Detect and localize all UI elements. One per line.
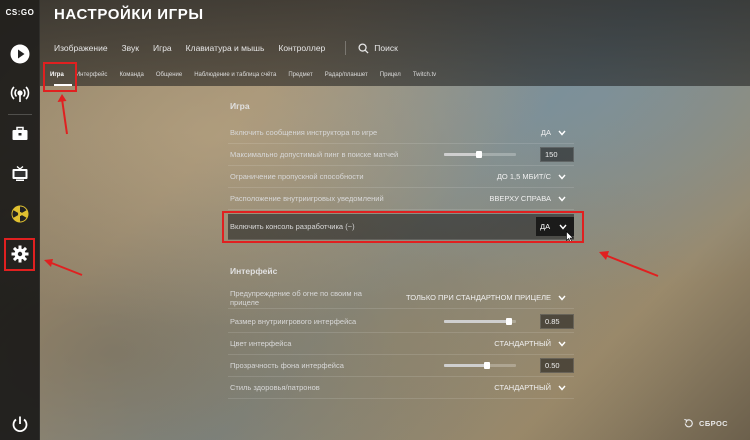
sidebar-play-button[interactable] <box>6 40 34 68</box>
search-button[interactable]: Поиск <box>345 41 398 55</box>
dropdown-value: СТАНДАРТНЫЙ <box>494 383 551 392</box>
chevron-down-icon <box>558 341 566 347</box>
highlight-box-dev-console <box>222 211 584 243</box>
tab-video[interactable]: Изображение <box>54 43 108 53</box>
subtab-communication[interactable]: Общение <box>156 72 182 78</box>
sidebar-broadcast-button[interactable] <box>6 80 34 108</box>
setting-row-hud-color: Цвет интерфейса СТАНДАРТНЫЙ <box>228 333 574 355</box>
sidebar-divider <box>8 114 32 115</box>
tv-icon <box>12 166 28 181</box>
setting-label: Стиль здоровья/патронов <box>230 383 320 392</box>
max-ping-slider[interactable] <box>444 151 516 158</box>
subtab-twitch[interactable]: Twitch.tv <box>413 72 436 78</box>
notifications-dropdown[interactable]: ВВЕРХУ СПРАВА <box>489 194 566 203</box>
setting-row-bandwidth: Ограничение пропускной способности ДО 1,… <box>228 166 574 188</box>
max-ping-input[interactable]: 150 <box>540 147 574 162</box>
slider-handle[interactable] <box>484 362 491 369</box>
subtab-crosshair[interactable]: Прицел <box>380 72 401 78</box>
app-logo: CS:GO <box>5 8 35 17</box>
setting-row-max-ping: Максимально допустимый пинг в поиске мат… <box>228 144 574 166</box>
page-title: НАСТРОЙКИ ИГРЫ <box>54 6 204 23</box>
slider-fill <box>444 364 488 367</box>
bandwidth-dropdown[interactable]: ДО 1,5 МБИТ/С <box>497 172 566 181</box>
arrow-to-subtab <box>61 98 68 135</box>
subtab-spectator-scoreboard[interactable]: Наблюдение и таблица счёта <box>194 72 276 78</box>
tab-controller[interactable]: Контроллер <box>278 43 325 53</box>
chevron-down-icon <box>558 196 566 202</box>
setting-label: Предупреждение об огне по своим на прице… <box>230 288 362 307</box>
main-tabs: Изображение Звук Игра Клавиатура и мышь … <box>54 41 398 55</box>
setting-row-hud-scale: Размер внутриигрового интерфейса 0.85 <box>228 311 574 333</box>
setting-label: Включить сообщения инструктора по игре <box>230 128 378 137</box>
sub-tabs: Игра Интерфейс Команда Общение Наблюдени… <box>50 69 448 81</box>
tab-keyboard-mouse[interactable]: Клавиатура и мышь <box>186 43 265 53</box>
setting-row-health-ammo: Стиль здоровья/патронов СТАНДАРТНЫЙ <box>228 377 574 399</box>
arrow-to-settings <box>48 261 83 276</box>
chevron-down-icon <box>558 385 566 391</box>
dropdown-value: ДО 1,5 МБИТ/С <box>496 172 551 181</box>
highlight-box-settings <box>4 238 35 271</box>
subtab-interface[interactable]: Интерфейс <box>76 72 108 78</box>
reset-button[interactable]: СБРОС <box>683 418 728 429</box>
highlight-box-subtab <box>43 62 77 92</box>
setting-label: Прозрачность фона интерфейса <box>230 361 344 370</box>
power-icon <box>12 416 28 433</box>
arrow-head-icon <box>44 259 53 267</box>
dropdown-value: ДА <box>540 128 551 137</box>
hazard-icon <box>11 205 29 223</box>
section-title-game: Игра <box>230 101 250 111</box>
slider-fill <box>444 153 479 156</box>
sidebar-inventory-button[interactable] <box>6 120 34 148</box>
section-title-interface: Интерфейс <box>230 266 278 276</box>
subtab-item[interactable]: Предмет <box>288 72 312 78</box>
settings-header: НАСТРОЙКИ ИГРЫ Изображение Звук Игра Кла… <box>40 0 750 86</box>
briefcase-icon <box>12 126 28 140</box>
chevron-down-icon <box>558 295 566 301</box>
friendly-fire-dropdown[interactable]: ТОЛЬКО ПРИ СТАНДАРТНОМ ПРИЦЕЛЕ <box>406 293 566 302</box>
setting-label: Расположение внутриигровых уведомлений <box>230 194 384 203</box>
instructor-dropdown[interactable]: ДА <box>541 128 566 137</box>
slider-handle[interactable] <box>505 318 512 325</box>
hud-scale-input[interactable]: 0.85 <box>540 314 574 329</box>
setting-row-notifications: Расположение внутриигровых уведомлений В… <box>228 188 574 210</box>
subtab-radar[interactable]: Радар/планшет <box>325 72 368 78</box>
setting-label: Цвет интерфейса <box>230 339 292 348</box>
search-icon <box>358 42 369 54</box>
dropdown-value: СТАНДАРТНЫЙ <box>494 339 551 348</box>
setting-row-instructor: Включить сообщения инструктора по игре Д… <box>228 122 574 144</box>
arrow-head-icon <box>599 251 609 260</box>
hud-alpha-input[interactable]: 0.50 <box>540 358 574 373</box>
chevron-down-icon <box>558 130 566 136</box>
setting-label: Ограничение пропускной способности <box>230 172 364 181</box>
broadcast-icon <box>10 86 30 102</box>
setting-row-hud-alpha: Прозрачность фона интерфейса 0.50 <box>228 355 574 377</box>
hud-alpha-slider[interactable] <box>444 362 516 369</box>
search-label: Поиск <box>374 43 398 53</box>
sidebar-operation-button[interactable] <box>6 200 34 228</box>
tab-audio[interactable]: Звук <box>122 43 139 53</box>
chevron-down-icon <box>558 174 566 180</box>
tab-game[interactable]: Игра <box>153 43 172 53</box>
dropdown-value: ТОЛЬКО ПРИ СТАНДАРТНОМ ПРИЦЕЛЕ <box>406 293 551 302</box>
play-icon <box>10 44 30 64</box>
hud-scale-slider[interactable] <box>444 318 516 325</box>
reset-icon <box>684 418 693 428</box>
arrow-head-icon <box>57 94 67 102</box>
reset-label: СБРОС <box>699 419 728 428</box>
health-ammo-dropdown[interactable]: СТАНДАРТНЫЙ <box>494 383 566 392</box>
dropdown-value: ВВЕРХУ СПРАВА <box>489 194 551 203</box>
setting-label: Размер внутриигрового интерфейса <box>230 317 357 326</box>
hud-color-dropdown[interactable]: СТАНДАРТНЫЙ <box>494 339 566 348</box>
subtab-team[interactable]: Команда <box>119 72 143 78</box>
slider-fill <box>444 320 509 323</box>
slider-handle[interactable] <box>475 151 482 158</box>
setting-row-friendly-fire: Предупреждение об огне по своим на прице… <box>228 287 574 309</box>
sidebar-power-button[interactable] <box>6 410 34 438</box>
setting-label: Максимально допустимый пинг в поиске мат… <box>230 150 399 159</box>
sidebar: CS:GO <box>0 0 40 440</box>
arrow-to-dev-console <box>604 254 659 277</box>
sidebar-watch-button[interactable] <box>6 160 34 188</box>
